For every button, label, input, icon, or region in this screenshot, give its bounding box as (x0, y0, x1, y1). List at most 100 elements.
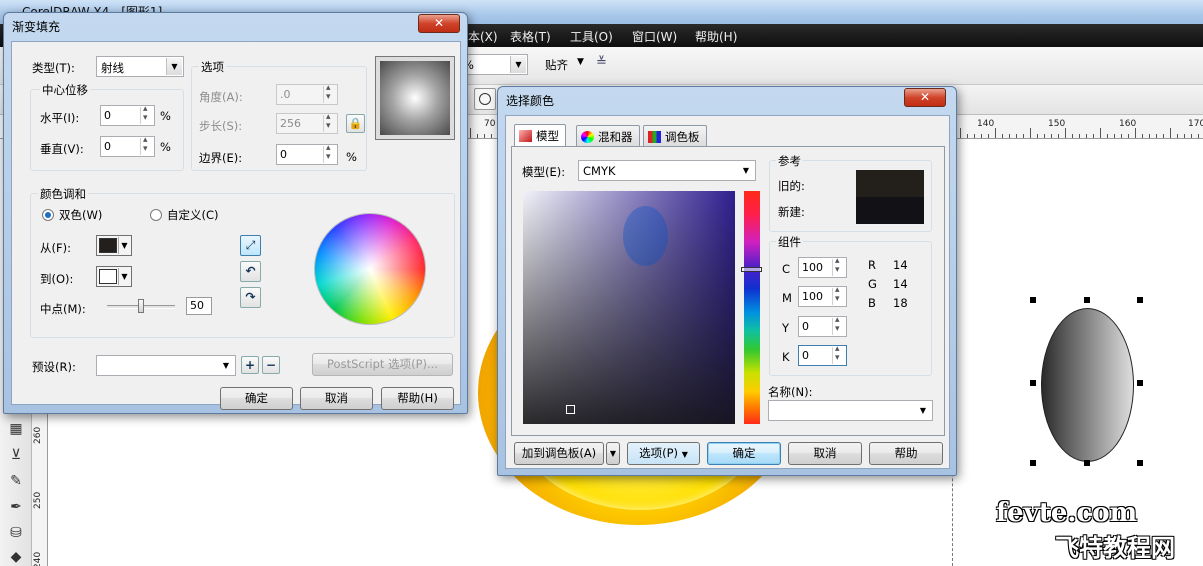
custom-label[interactable]: 自定义(C) (167, 207, 219, 223)
ok-button[interactable]: 确定 (220, 387, 293, 410)
outline-pen-icon[interactable]: ✒ (6, 497, 26, 517)
midpoint-label: 中点(M): (40, 302, 86, 316)
spin-arrows-icon[interactable] (323, 83, 336, 103)
ruler-tick (1023, 134, 1024, 138)
spin-arrows-icon[interactable] (832, 256, 845, 276)
selection-handle[interactable] (1137, 297, 1143, 303)
close-button[interactable]: ✕ (418, 14, 460, 33)
ruler-tick (974, 134, 975, 138)
yellow-spinner[interactable]: 0 (798, 315, 847, 337)
spin-arrows-icon[interactable] (140, 104, 153, 124)
spin-arrows-icon[interactable] (832, 344, 845, 364)
horizontal-spinner[interactable]: 0 (100, 104, 155, 126)
menu-item-window[interactable]: 窗口(W) (632, 28, 677, 45)
postscript-options-button[interactable]: PostScript 选项(P)... (312, 353, 453, 376)
vertical-spinner[interactable]: 0 (100, 135, 155, 157)
help-button[interactable]: 帮助(H) (381, 387, 454, 410)
black-spinner[interactable]: 0 (798, 344, 847, 366)
spin-arrows-icon[interactable] (323, 143, 336, 163)
eyedropper-icon[interactable]: ✎ (6, 471, 26, 491)
hue-slider[interactable] (741, 191, 762, 424)
ruler-tick (1107, 134, 1108, 138)
zoom-combo[interactable]: % ▼ (458, 54, 528, 75)
to-color-picker[interactable]: ▼ (96, 266, 132, 287)
ruler-label: 250 (33, 491, 43, 509)
selection-handle[interactable] (1084, 460, 1090, 466)
color-name-select[interactable]: ▼ (768, 400, 933, 421)
spin-arrows-icon[interactable] (832, 315, 845, 335)
chevron-down-icon[interactable]: ▼ (606, 442, 620, 465)
direct-blend-icon[interactable]: ⤢ (240, 235, 261, 256)
from-color-picker[interactable]: ▼ (96, 235, 132, 256)
menu-item-text[interactable]: 本(X) (468, 28, 498, 45)
snap-label[interactable]: 贴齐 (545, 57, 568, 73)
selection-handle[interactable] (1137, 380, 1143, 386)
cancel-button[interactable]: 取消 (300, 387, 373, 410)
midpoint-slider-track[interactable] (107, 299, 175, 313)
spin-arrows-icon[interactable] (140, 135, 153, 155)
midpoint-slider-thumb[interactable] (138, 299, 144, 313)
chevron-down-icon[interactable]: ▼ (577, 57, 584, 67)
selection-handle[interactable] (1084, 297, 1090, 303)
cancel-button[interactable]: 取消 (788, 442, 862, 465)
presets-select[interactable]: ▼ (96, 355, 236, 376)
color-wheel[interactable] (314, 213, 426, 325)
tab-palette[interactable]: 调色板 (643, 125, 707, 146)
type-select[interactable]: 射线 ▼ (96, 56, 184, 77)
help-button[interactable]: 帮助 (869, 442, 943, 465)
center-offset-group (30, 89, 184, 171)
ruler-label: 240 (33, 551, 43, 566)
edge-spinner[interactable]: 0 (276, 143, 338, 165)
color-field[interactable] (523, 191, 735, 424)
fill-bucket-icon[interactable]: ⛁ (6, 523, 26, 543)
magenta-spinner[interactable]: 100 (798, 285, 847, 307)
ellipse-icon (479, 93, 491, 105)
dialog-title: 选择颜色 (506, 94, 555, 108)
clockwise-blend-icon[interactable]: ↷ (240, 287, 261, 308)
two-color-radio[interactable] (42, 209, 54, 221)
ruler-tick (491, 134, 492, 138)
color-field-marker[interactable] (566, 405, 575, 414)
angle-spinner[interactable]: .0 (276, 83, 338, 105)
ruler-tick (995, 128, 996, 138)
cyan-spinner[interactable]: 100 (798, 256, 847, 278)
select-color-dialog: 选择颜色 ✕ 模型 混和器 调色板 模型(E): CMYK ▼ 参考 旧的: 新… (497, 86, 957, 476)
two-color-label[interactable]: 双色(W) (59, 207, 102, 223)
spin-arrows-icon[interactable] (323, 112, 336, 132)
tab-mixer[interactable]: 混和器 (576, 125, 640, 146)
add-to-palette-button[interactable]: 加到调色板(A) (514, 442, 604, 465)
ruler-tick (1177, 134, 1178, 138)
table-tool-icon[interactable]: ▦ (6, 419, 26, 439)
selection-handle[interactable] (1137, 460, 1143, 466)
close-button[interactable]: ✕ (904, 88, 946, 107)
custom-radio[interactable] (150, 209, 162, 221)
menu-item-table[interactable]: 表格(T) (510, 28, 551, 45)
options-button[interactable]: 选项(P) ▼ (627, 442, 700, 465)
selection-handle[interactable] (1030, 297, 1036, 303)
chevron-down-icon: ▼ (738, 162, 754, 179)
counterclockwise-blend-icon[interactable]: ↶ (240, 261, 261, 282)
tab-model[interactable]: 模型 (514, 124, 566, 146)
menu-item-tools[interactable]: 工具(O) (570, 28, 613, 45)
spin-arrows-icon[interactable] (832, 285, 845, 305)
selection-handle[interactable] (1030, 380, 1036, 386)
menu-item-help[interactable]: 帮助(H) (695, 28, 737, 45)
selection-handle[interactable] (1030, 460, 1036, 466)
interactive-fill-icon[interactable]: ◆ (6, 547, 26, 566)
gradient-preview[interactable] (380, 61, 450, 135)
selected-ellipse-object[interactable] (1041, 308, 1134, 462)
magenta-value: 100 (802, 290, 823, 303)
remove-preset-icon[interactable]: − (262, 356, 280, 374)
lock-icon[interactable]: 🔒 (346, 114, 365, 133)
snap-options-icon[interactable]: ≚ (596, 55, 607, 70)
ruler-tick (1100, 128, 1101, 138)
ok-button[interactable]: 确定 (707, 442, 781, 465)
to-label: 到(O): (40, 272, 74, 286)
steps-spinner[interactable]: 256 (276, 112, 338, 134)
hue-slider-thumb[interactable] (741, 267, 762, 272)
add-preset-icon[interactable]: + (241, 356, 259, 374)
model-select[interactable]: CMYK ▼ (578, 160, 756, 181)
dimension-tool-icon[interactable]: ⊻ (6, 445, 26, 465)
ellipse-shape-button[interactable] (474, 88, 496, 110)
midpoint-field[interactable]: 50 (186, 297, 212, 315)
